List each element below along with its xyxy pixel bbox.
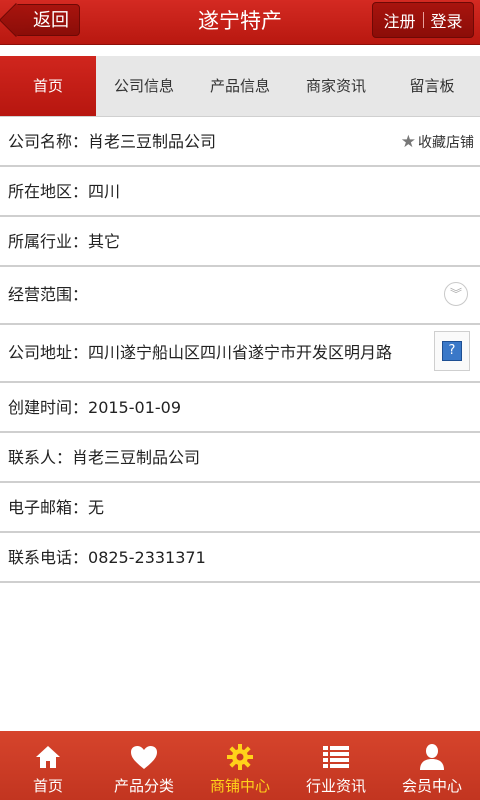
nav-label: 产品分类 (113, 777, 174, 795)
list-icon (323, 743, 349, 771)
favorite-store-button[interactable]: ★ 收藏店铺 (400, 117, 474, 165)
divider (422, 12, 424, 28)
tab-product-info[interactable]: 产品信息 (192, 56, 288, 116)
info-row-region: 所在地区：四川 (0, 167, 480, 217)
nav-home[interactable]: 首页 (0, 731, 96, 800)
user-icon (420, 743, 444, 771)
home-icon (35, 743, 61, 771)
info-label: 公司地址： (8, 343, 89, 362)
info-label: 联系电话： (8, 548, 89, 567)
info-value: 其它 (88, 232, 121, 251)
info-row-business-scope: 经营范围： ︾ (0, 267, 480, 325)
register-button[interactable]: 注册 (383, 8, 415, 32)
question-icon: ? (442, 341, 462, 361)
nav-member-center[interactable]: 会员中心 (384, 731, 480, 800)
auth-buttons: 注册 登录 (372, 2, 474, 38)
info-value: 2015-01-09 (88, 398, 181, 417)
bottom-nav: 首页 产品分类 商铺中心 行业资讯 会员中心 (0, 731, 480, 800)
tab-message-board[interactable]: 留言板 (384, 56, 480, 116)
info-label: 所属行业： (8, 232, 89, 251)
info-value: 四川 (88, 182, 121, 201)
info-row-address: 公司地址：四川遂宁船山区四川省遂宁市开发区明月路 ? (0, 325, 480, 383)
info-row-phone: 联系电话：0825-2331371 (0, 533, 480, 583)
tab-home[interactable]: 首页 (0, 56, 96, 116)
nav-label: 行业资讯 (305, 777, 366, 795)
nav-label: 首页 (32, 777, 63, 795)
star-icon: ★ (400, 132, 416, 152)
favorite-store-label: 收藏店铺 (418, 135, 474, 151)
info-value[interactable]: 0825-2331371 (88, 548, 206, 567)
info-row-contact: 联系人：肖老三豆制品公司 (0, 433, 480, 483)
info-label: 创建时间： (8, 398, 89, 417)
nav-label: 会员中心 (401, 777, 462, 795)
info-value: 肖老三豆制品公司 (72, 448, 201, 467)
company-info-list: 公司名称：肖老三豆制品公司 ★ 收藏店铺 所在地区：四川 所属行业：其它 经营范围… (0, 117, 480, 583)
info-value: 无 (88, 498, 105, 517)
page-title: 遂宁特产 (198, 9, 282, 33)
nav-label: 商铺中心 (209, 777, 270, 795)
map-icon[interactable]: ? (434, 331, 470, 371)
tab-bar: 首页 公司信息 产品信息 商家资讯 留言板 (0, 56, 480, 117)
info-row-industry: 所属行业：其它 (0, 217, 480, 267)
info-label: 所在地区： (8, 182, 89, 201)
nav-industry-news[interactable]: 行业资讯 (288, 731, 384, 800)
info-label: 经营范围： (8, 285, 89, 304)
chevron-down-icon[interactable]: ︾ (444, 282, 468, 306)
login-button[interactable]: 登录 (431, 8, 463, 32)
info-label: 公司名称： (8, 132, 89, 151)
tab-company-info[interactable]: 公司信息 (96, 56, 192, 116)
nav-shop-center[interactable]: 商铺中心 (192, 731, 288, 800)
heart-icon (130, 743, 158, 771)
header-bar: 返回 遂宁特产 注册 登录 (0, 0, 480, 45)
nav-product-category[interactable]: 产品分类 (96, 731, 192, 800)
tab-merchant-news[interactable]: 商家资讯 (288, 56, 384, 116)
back-button-label: 返回 (33, 10, 69, 31)
info-label: 联系人： (8, 448, 73, 467)
info-value: 肖老三豆制品公司 (88, 132, 217, 151)
info-row-email: 电子邮箱：无 (0, 483, 480, 533)
back-button[interactable]: 返回 (14, 4, 80, 36)
info-label: 电子邮箱： (8, 498, 89, 517)
info-row-founded: 创建时间：2015-01-09 (0, 383, 480, 433)
info-row-company-name: 公司名称：肖老三豆制品公司 ★ 收藏店铺 (0, 117, 480, 167)
info-value: 四川遂宁船山区四川省遂宁市开发区明月路 (88, 343, 393, 362)
gear-icon (227, 743, 253, 771)
